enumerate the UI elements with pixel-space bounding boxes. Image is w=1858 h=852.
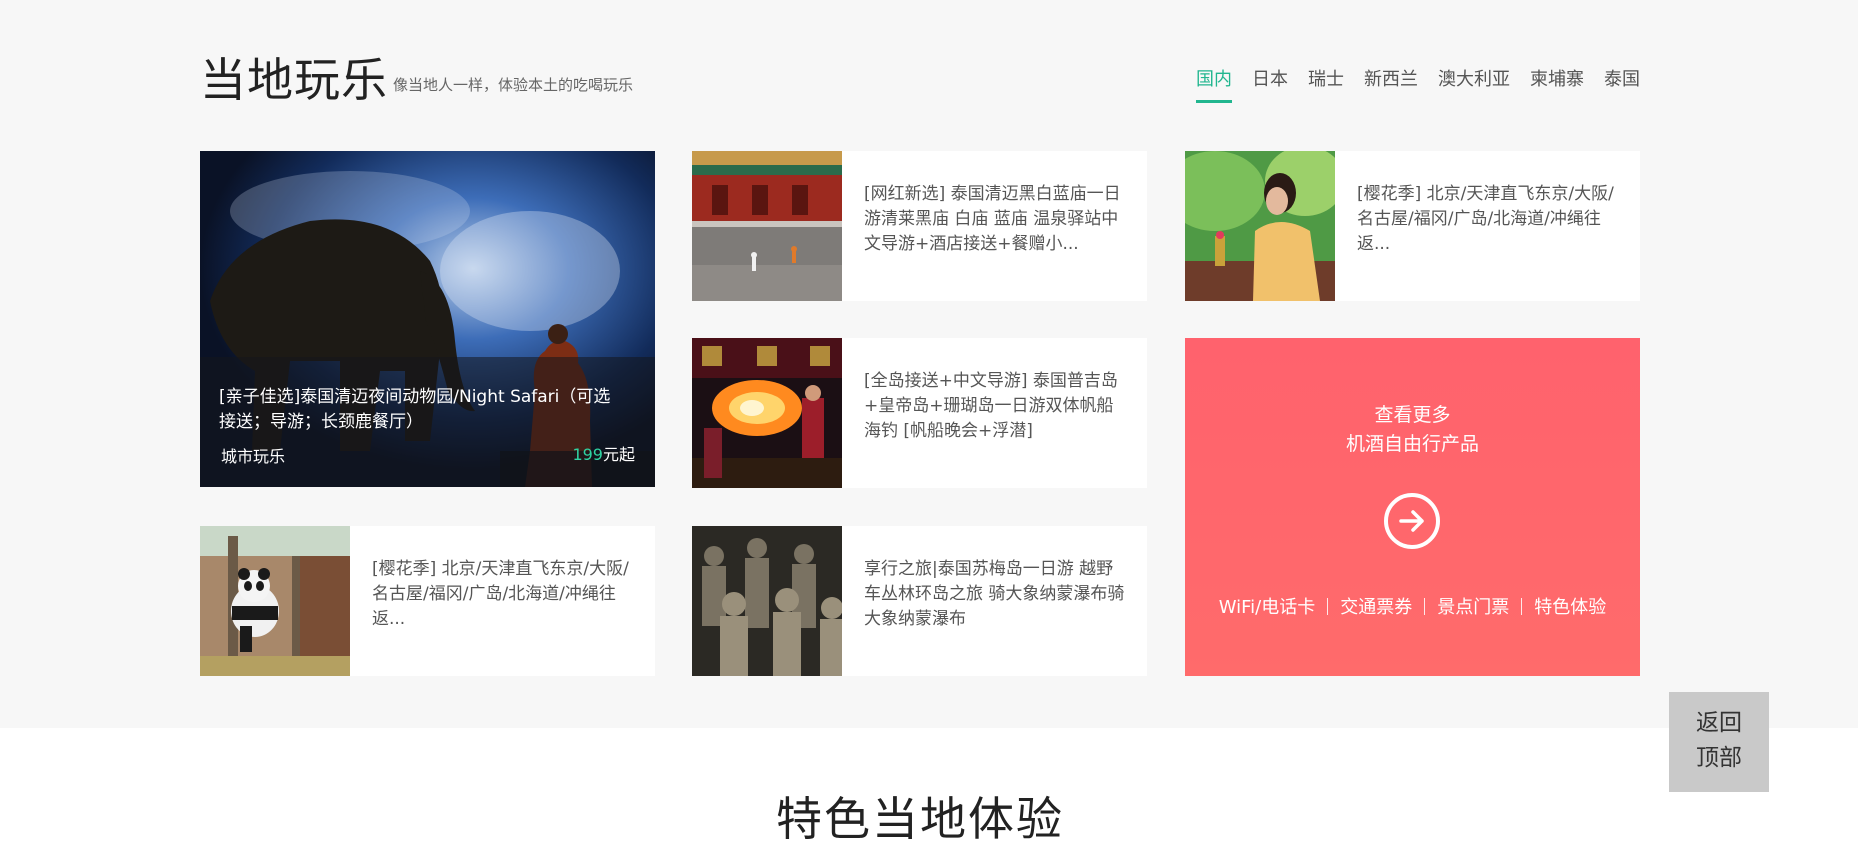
card-thumbnail bbox=[200, 526, 350, 676]
featured-price: 199元起 bbox=[572, 441, 635, 465]
link-special-experience[interactable]: 特色体验 bbox=[1534, 593, 1606, 619]
card-title[interactable]: [樱花季] 北京/天津直飞东京/大阪/名古屋/福冈/广岛/北海道/冲绳往返... bbox=[1357, 182, 1620, 257]
promo-heading: 查看更多 bbox=[1374, 404, 1451, 426]
back-to-top-line2: 顶部 bbox=[1696, 745, 1742, 771]
divider bbox=[1424, 597, 1426, 615]
back-to-top-line1: 返回 bbox=[1696, 710, 1742, 736]
price-unit: 元起 bbox=[602, 445, 635, 464]
product-card[interactable]: [全岛接送+中文导游] 泰国普吉岛+皇帝岛+珊瑚岛一日游双体帆船海钓 [帆船晚会… bbox=[692, 338, 1147, 488]
tab-new-zealand[interactable]: 新西兰 bbox=[1364, 68, 1418, 92]
back-to-top-button[interactable]: 返回 顶部 bbox=[1669, 692, 1769, 792]
card-thumbnail bbox=[692, 338, 842, 488]
price-number: 199 bbox=[572, 445, 603, 464]
section-title: 当地玩乐 bbox=[200, 53, 388, 107]
tab-switzerland[interactable]: 瑞士 bbox=[1308, 68, 1344, 92]
section-subtitle: 像当地人一样，体验本土的吃喝玩乐 bbox=[393, 76, 634, 94]
card-title[interactable]: [全岛接送+中文导游] 泰国普吉岛+皇帝岛+珊瑚岛一日游双体帆船海钓 [帆船晚会… bbox=[864, 369, 1127, 444]
featured-experience-title: 特色当地体验 bbox=[776, 792, 1064, 846]
tab-japan[interactable]: 日本 bbox=[1252, 68, 1288, 92]
destination-tabs: 国内 日本 瑞士 新西兰 澳大利亚 柬埔寨 泰国 bbox=[1196, 68, 1640, 103]
tab-cambodia[interactable]: 柬埔寨 bbox=[1530, 68, 1584, 92]
more-products-promo[interactable]: 查看更多 机酒自由行产品 WiFi/电话卡 交通票券 景点门票 特色体验 bbox=[1185, 338, 1640, 676]
woman-tea-image bbox=[1185, 151, 1335, 301]
card-title[interactable]: [网红新选] 泰国清迈黑白蓝庙一日游清莱黑庙 白庙 蓝庙 温泉驿站中文导游+酒店… bbox=[864, 182, 1127, 257]
card-thumbnail bbox=[1185, 151, 1335, 301]
fire-show-image bbox=[692, 338, 842, 488]
card-title[interactable]: 享行之旅|泰国苏梅岛一日游 越野车丛林环岛之旅 骑大象纳蒙瀑布骑大象纳蒙瀑布 bbox=[864, 557, 1127, 632]
product-card[interactable]: [樱花季] 北京/天津直飞东京/大阪/名古屋/福冈/广岛/北海道/冲绳往返... bbox=[1185, 151, 1640, 301]
card-title[interactable]: [樱花季] 北京/天津直飞东京/大阪/名古屋/福冈/广岛/北海道/冲绳往返... bbox=[372, 557, 635, 632]
arrow-right-circle-icon[interactable] bbox=[1384, 493, 1440, 549]
divider bbox=[1327, 597, 1329, 615]
tab-domestic[interactable]: 国内 bbox=[1196, 68, 1232, 103]
promo-links: WiFi/电话卡 交通票券 景点门票 特色体验 bbox=[1185, 593, 1640, 619]
product-card[interactable]: [网红新选] 泰国清迈黑白蓝庙一日游清莱黑庙 白庙 蓝庙 温泉驿站中文导游+酒店… bbox=[692, 151, 1147, 301]
featured-product-card[interactable]: [亲子佳选]泰国清迈夜间动物园/Night Safari（可选接送；导游；长颈鹿… bbox=[200, 151, 655, 487]
promo-subheading: 机酒自由行产品 bbox=[1345, 433, 1479, 455]
link-transport[interactable]: 交通票券 bbox=[1340, 593, 1412, 619]
temple-image bbox=[692, 151, 842, 301]
panda-image bbox=[200, 526, 350, 676]
link-attraction-tickets[interactable]: 景点门票 bbox=[1437, 593, 1509, 619]
card-thumbnail bbox=[692, 151, 842, 301]
featured-category: 城市玩乐 bbox=[221, 447, 286, 466]
featured-title[interactable]: [亲子佳选]泰国清迈夜间动物园/Night Safari（可选接送；导游；长颈鹿… bbox=[219, 385, 625, 435]
link-wifi[interactable]: WiFi/电话卡 bbox=[1219, 593, 1316, 619]
product-card[interactable]: [樱花季] 北京/天津直飞东京/大阪/名古屋/福冈/广岛/北海道/冲绳往返... bbox=[200, 526, 655, 676]
divider bbox=[1521, 597, 1523, 615]
terracotta-warriors-image bbox=[692, 526, 842, 676]
product-card[interactable]: 享行之旅|泰国苏梅岛一日游 越野车丛林环岛之旅 骑大象纳蒙瀑布骑大象纳蒙瀑布 bbox=[692, 526, 1147, 676]
card-thumbnail bbox=[692, 526, 842, 676]
tab-australia[interactable]: 澳大利亚 bbox=[1438, 68, 1510, 92]
tab-thailand[interactable]: 泰国 bbox=[1604, 68, 1640, 92]
